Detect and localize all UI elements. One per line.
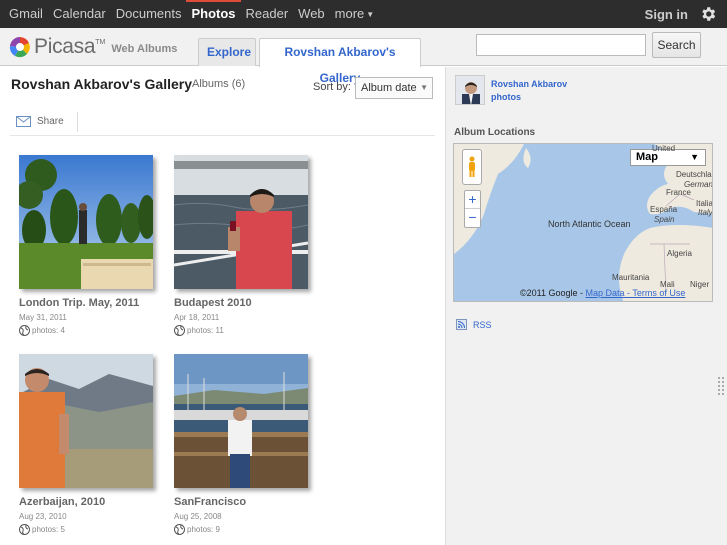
tab-explore[interactable]: Explore: [198, 38, 256, 66]
sort-select-value: Album date: [361, 82, 417, 94]
page-title: Rovshan Akbarov's Gallery: [11, 76, 192, 92]
map-copyright: ©2011 Google - Map Data - Terms of Use: [520, 288, 685, 298]
map-label: España: [650, 205, 678, 214]
google-nav: Gmail Calendar Documents Photos Reader W…: [0, 0, 379, 28]
album-card[interactable]: Budapest 2010 Apr 18, 2011 photos: 11: [174, 155, 314, 336]
zoom-out-button[interactable]: −: [465, 209, 480, 227]
albums-count: Albums (6): [192, 78, 246, 90]
map-label: Niger: [690, 280, 710, 289]
globe-icon: [19, 325, 30, 336]
album-card[interactable]: SanFrancisco Aug 25, 2008 photos: 9: [174, 354, 314, 535]
album-card[interactable]: Azerbaijan, 2010 Aug 23, 2010 photos: 5: [19, 354, 159, 535]
picasa-web-albums-page: Gmail Calendar Documents Photos Reader W…: [0, 0, 727, 545]
map-label: Italy: [698, 208, 713, 217]
terms-of-use-link[interactable]: - Terms of Use: [625, 288, 685, 298]
sort-select[interactable]: Album date ▼: [355, 77, 433, 99]
divider: [10, 135, 435, 136]
nav-documents[interactable]: Documents: [111, 0, 187, 28]
envelope-icon: [16, 116, 31, 127]
gear-icon[interactable]: [697, 3, 719, 25]
nav-photos[interactable]: Photos: [186, 0, 241, 28]
top-bar-right: Sign in: [636, 0, 727, 28]
album-name[interactable]: SanFrancisco: [174, 496, 314, 508]
map-data-link[interactable]: Map Data: [586, 288, 625, 298]
owner-sidebar: Rovshan Akbarov photos Album Locations +: [445, 67, 727, 545]
google-top-bar: Gmail Calendar Documents Photos Reader W…: [0, 0, 727, 28]
brand-name: Picasa: [34, 35, 96, 58]
album-photo-count-label: photos: 5: [32, 525, 65, 534]
nav-web[interactable]: Web: [293, 0, 330, 28]
divider: [77, 112, 78, 132]
album-locations-map[interactable]: + − Map ▼ United Deutschla German France…: [453, 143, 713, 302]
album-name[interactable]: London Trip. May, 2011: [19, 297, 159, 309]
brand-trademark: TM: [95, 38, 106, 46]
album-thumbnail[interactable]: [174, 155, 308, 289]
map-label: Mauritania: [612, 273, 650, 282]
map-label: France: [666, 188, 691, 197]
gallery-main: Rovshan Akbarov's Gallery Albums (6) Sor…: [0, 67, 445, 545]
map-zoom-control: + −: [464, 190, 481, 228]
nav-reader[interactable]: Reader: [241, 0, 294, 28]
album-photo-count: photos: 11: [174, 325, 314, 336]
owner-photos-link[interactable]: photos: [491, 92, 521, 102]
album-date: May 31, 2011: [19, 313, 67, 322]
nav-gmail[interactable]: Gmail: [4, 0, 48, 28]
rss-label: RSS: [473, 319, 492, 330]
map-label-ocean: North Atlantic Ocean: [548, 219, 631, 229]
avatar[interactable]: [455, 75, 485, 105]
album-photo-count: photos: 9: [174, 524, 314, 535]
album-photo-count: photos: 4: [19, 325, 159, 336]
street-view-pegman-icon[interactable]: [462, 149, 482, 185]
map-label: Deutschla: [676, 170, 712, 179]
chevron-down-icon: ▼: [420, 83, 428, 92]
chevron-down-icon: ▼: [690, 152, 699, 162]
rss-link[interactable]: RSS: [456, 319, 492, 330]
album-thumbnail[interactable]: [174, 354, 308, 488]
album-photo-count-label: photos: 11: [187, 326, 224, 335]
album-date: Aug 23, 2010: [19, 512, 67, 521]
owner-name-link[interactable]: Rovshan Akbarov: [491, 79, 567, 89]
rss-icon: [456, 319, 467, 330]
resize-grip-icon[interactable]: [718, 377, 724, 397]
nav-more[interactable]: more ▼: [330, 0, 380, 28]
map-label: Spain: [654, 215, 675, 224]
search-button[interactable]: Search: [652, 32, 701, 58]
nav-calendar[interactable]: Calendar: [48, 0, 111, 28]
album-photo-count: photos: 5: [19, 524, 159, 535]
globe-icon: [19, 524, 30, 535]
album-card[interactable]: London Trip. May, 2011 May 31, 2011 phot…: [19, 155, 159, 336]
album-date: Aug 25, 2008: [174, 512, 222, 521]
nav-more-label: more: [334, 6, 365, 21]
zoom-in-button[interactable]: +: [465, 191, 480, 209]
map-label: United: [652, 144, 676, 153]
picasa-logo[interactable]: Picasa TM Web Albums: [9, 35, 177, 59]
album-thumbnail[interactable]: [19, 354, 153, 488]
sort-label: Sort by:: [313, 81, 351, 93]
album-date: Apr 18, 2011: [174, 313, 220, 322]
map-label: Italia: [696, 199, 713, 208]
search-input[interactable]: [476, 34, 646, 56]
caret-down-icon: ▼: [366, 9, 375, 19]
globe-icon: [174, 325, 185, 336]
sign-in-link[interactable]: Sign in: [636, 7, 697, 22]
map-copyright-text: ©2011 Google -: [520, 288, 586, 298]
album-photo-count-label: photos: 4: [32, 326, 65, 335]
album-locations-heading: Album Locations: [454, 127, 536, 138]
picasa-header: Picasa TM Web Albums Explore Rovshan Akb…: [0, 28, 727, 85]
album-name[interactable]: Budapest 2010: [174, 297, 314, 309]
share-label: Share: [37, 116, 64, 127]
share-button[interactable]: Share: [16, 116, 64, 127]
tab-gallery[interactable]: Rovshan Akbarov's Gallery: [259, 38, 421, 85]
album-photo-count-label: photos: 9: [187, 525, 220, 534]
picasa-pinwheel-icon: [9, 36, 30, 58]
album-name[interactable]: Azerbaijan, 2010: [19, 496, 159, 508]
album-thumbnail[interactable]: [19, 155, 153, 289]
globe-icon: [174, 524, 185, 535]
brand-subtitle: Web Albums: [111, 43, 178, 55]
map-label: Algeria: [667, 249, 692, 258]
